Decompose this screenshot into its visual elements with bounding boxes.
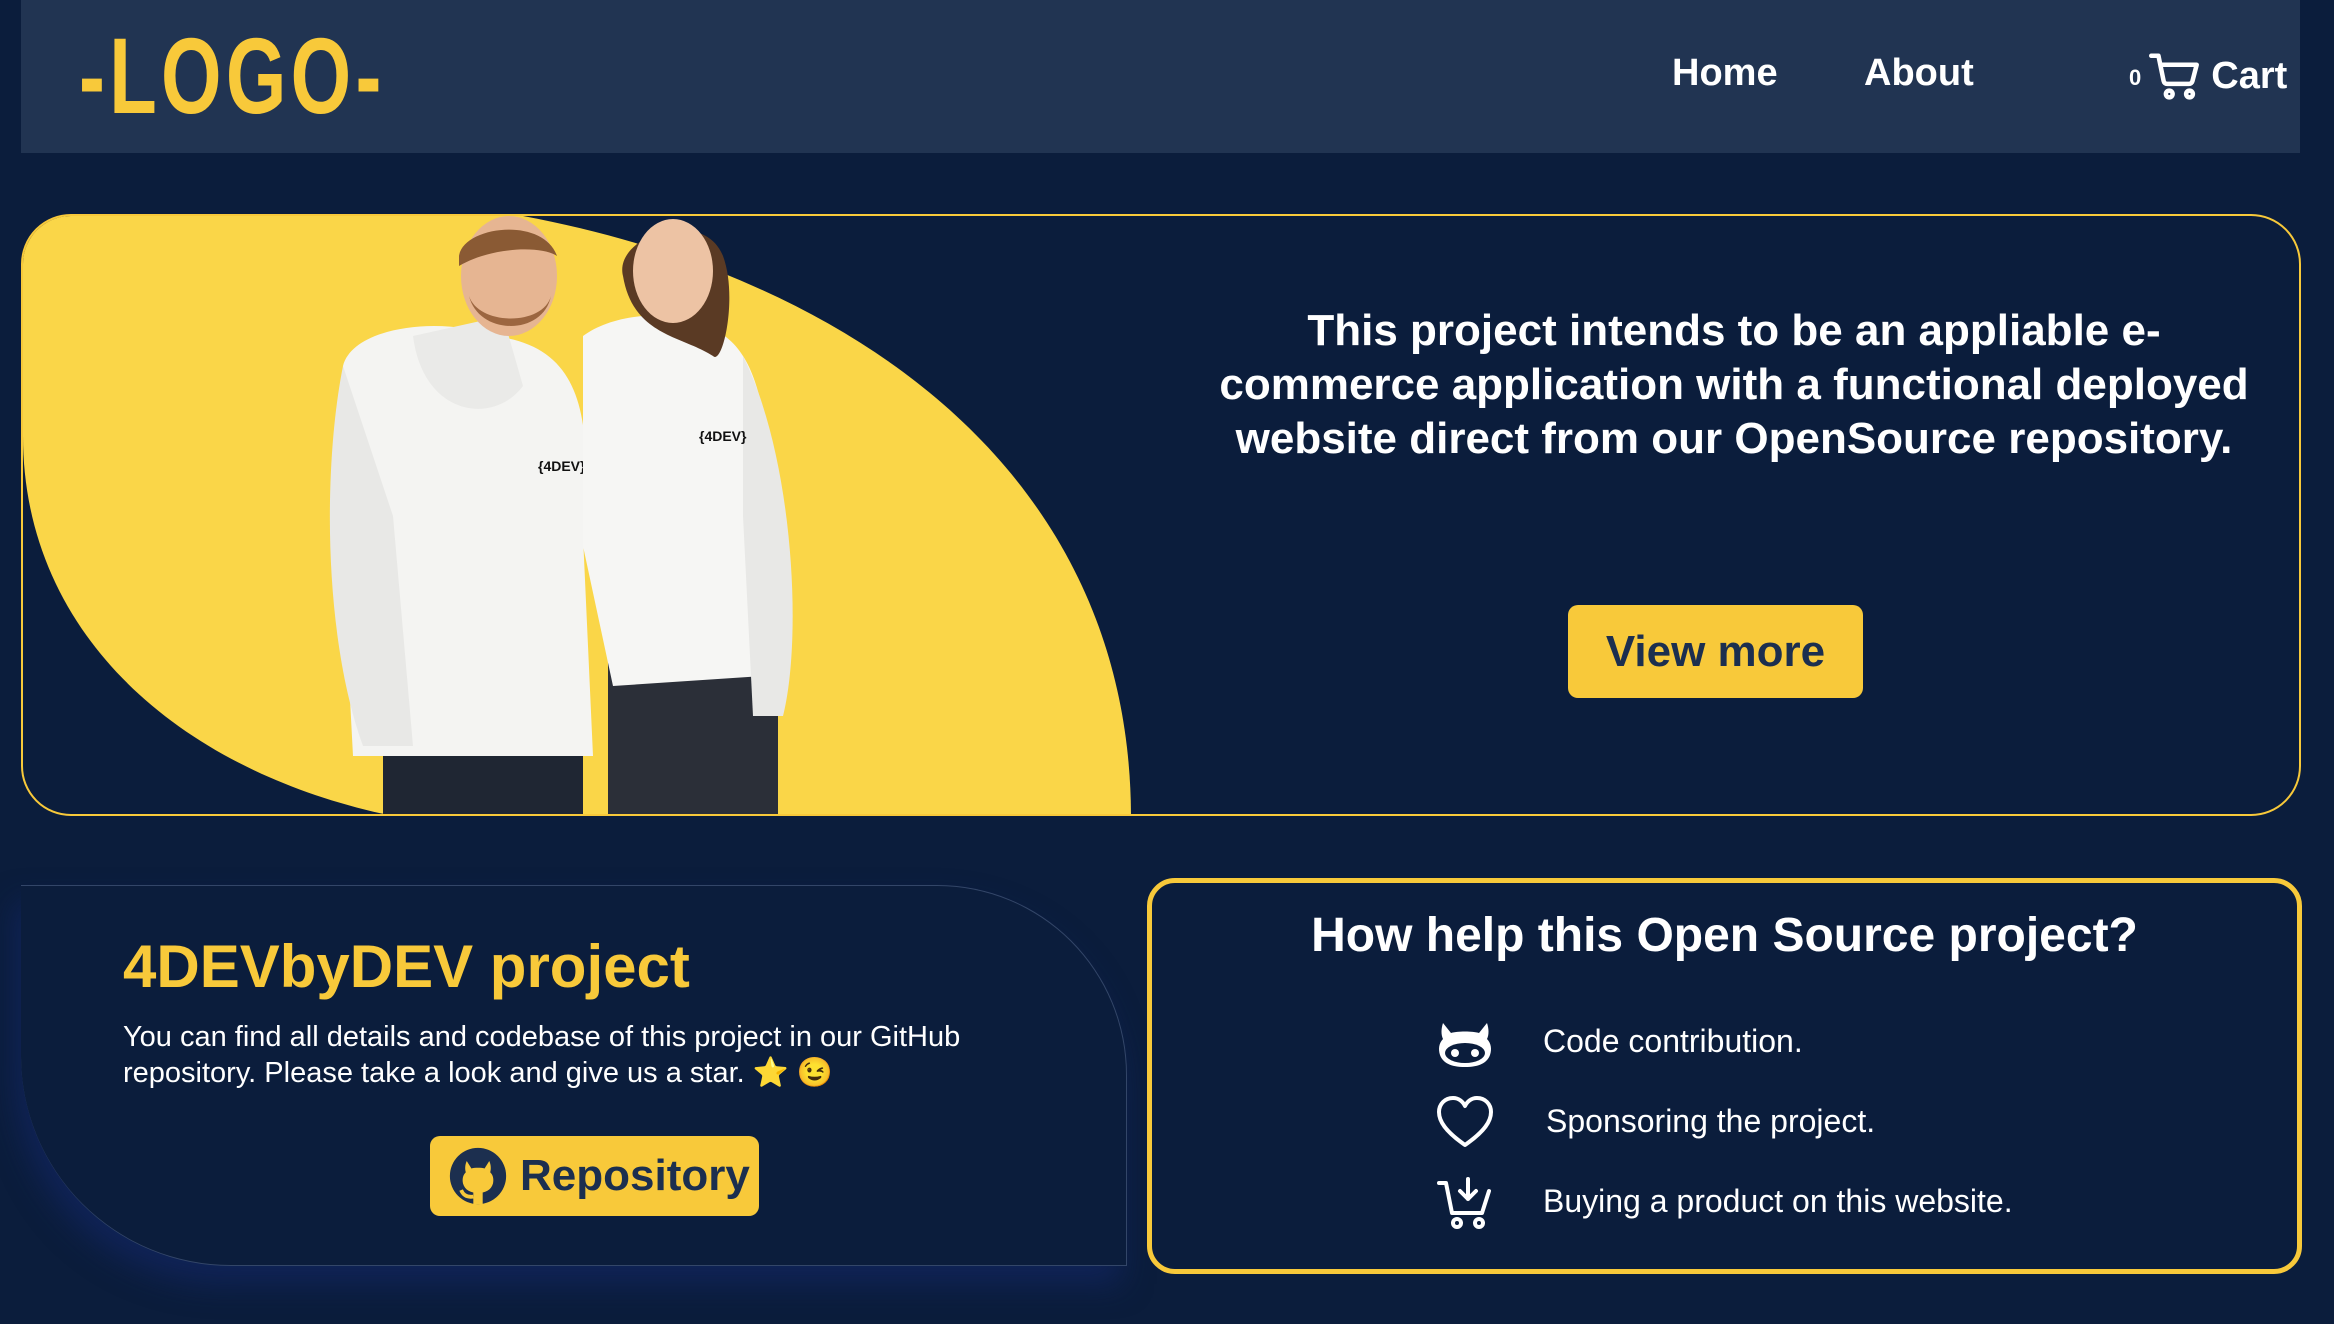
project-description: You can find all details and codebase of…: [123, 1021, 961, 1089]
github-icon: [449, 1147, 507, 1205]
help-card: How help this Open Source project? Code …: [1147, 878, 2302, 1274]
cart-label: Cart: [2211, 54, 2288, 97]
project-title: 4DEVbyDEV project: [123, 933, 690, 1000]
help-title: How help this Open Source project?: [1311, 909, 2138, 962]
cart-button[interactable]: 0 Cart: [2129, 48, 2287, 104]
cart-download-icon: [1437, 1177, 1491, 1229]
cart-count: 0: [2129, 65, 2142, 90]
help-item-buy: Buying a product on this website.: [1435, 1173, 2013, 1233]
cart-icon: [2149, 53, 2200, 100]
repository-label: Repository: [520, 1151, 750, 1200]
svg-text:{4DEV}: {4DEV}: [538, 458, 586, 474]
header: -LOGO- Home About 0 Cart: [21, 0, 2300, 153]
repository-button[interactable]: Repository: [430, 1136, 759, 1216]
hero-image: {4DEV} {4DEV}: [23, 216, 1131, 814]
nav-home-link[interactable]: Home: [1672, 52, 1778, 95]
hero-description: This project intends to be an appliable …: [1219, 306, 2249, 463]
help-item-label: Sponsoring the project.: [1546, 1103, 1876, 1139]
help-item-sponsor: Sponsoring the project.: [1435, 1093, 1875, 1153]
heart-icon: [1437, 1096, 1493, 1147]
help-item-label: Buying a product on this website.: [1543, 1183, 2013, 1219]
github-icon: [1439, 1023, 1491, 1067]
view-more-button[interactable]: View more: [1568, 605, 1863, 698]
help-item-label: Code contribution.: [1543, 1023, 1803, 1059]
logo[interactable]: -LOGO-: [79, 22, 386, 130]
project-card: 4DEVbyDEV project You can find all detai…: [21, 885, 1127, 1266]
hero-banner: {4DEV} {4DEV} This project intends to be…: [21, 214, 2301, 816]
svg-text:{4DEV}: {4DEV}: [699, 428, 747, 444]
help-item-code: Code contribution.: [1435, 1013, 1803, 1073]
nav-about-link[interactable]: About: [1864, 52, 1974, 95]
